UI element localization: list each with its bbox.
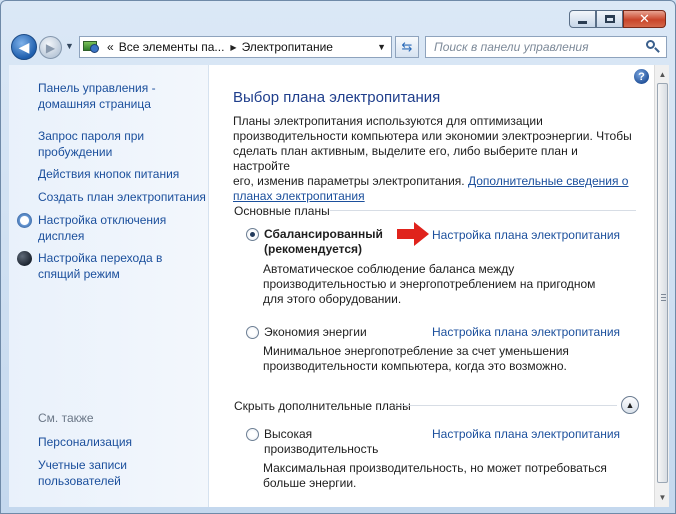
search-input[interactable]: Поиск в панели управления (426, 40, 644, 54)
more-info-link-continued[interactable]: планах электропитания (233, 189, 365, 203)
balanced-plan-radio[interactable] (246, 228, 259, 241)
intro-line: его, изменив параметры электропитания. Д… (233, 174, 633, 189)
forward-arrow-icon: ▶ (45, 40, 56, 55)
address-overflow[interactable]: « (107, 40, 114, 54)
basic-plans-heading: Основные планы (234, 204, 330, 218)
breadcrumb-all-items[interactable]: Все элементы па... (119, 40, 225, 54)
power-saver-plan-description: Минимальное энергопотребление за счет ум… (263, 344, 633, 374)
back-arrow-icon: ◀ (18, 38, 30, 55)
desc-line: производительностью и энергопотреблением… (263, 277, 596, 291)
search-icon[interactable] (644, 38, 662, 56)
intro-text: Планы электропитания используются для оп… (233, 114, 633, 204)
desc-line: Максимальная производительность, но може… (263, 461, 607, 475)
power-saver-plan-settings-link[interactable]: Настройка плана электропитания (432, 325, 620, 339)
create-power-plan-link[interactable]: Создать план электропитания (38, 189, 206, 205)
power-saver-plan-name[interactable]: Экономия энергии (264, 325, 367, 340)
link-line: Учетные записи (38, 458, 127, 472)
main-content-pane: ? Выбор плана электропитания Планы элект… (209, 65, 654, 507)
sleep-moon-icon (17, 251, 32, 266)
link-line: дисплея (38, 229, 85, 243)
back-button[interactable]: ◀ (11, 34, 37, 60)
maximize-icon (604, 15, 615, 23)
minimize-button[interactable] (569, 10, 596, 28)
plan-name-line: Высокая (264, 427, 313, 441)
desc-line: для этого оборудовании. (263, 292, 402, 306)
sleep-settings-link[interactable]: Настройка перехода в спящий режим (38, 250, 162, 282)
link-line: домашняя страница (38, 97, 151, 111)
intro-line: производительности компьютера или эконом… (233, 129, 632, 143)
intro-line: сделать план активным, выделите его, либ… (233, 144, 578, 173)
link-line: спящий режим (38, 267, 120, 281)
see-also-heading: См. также (38, 411, 94, 425)
search-box[interactable]: Поиск в панели управления (425, 36, 667, 58)
display-off-icon (17, 213, 32, 228)
red-arrow-icon (397, 222, 429, 246)
intro-line: Планы электропитания используются для оп… (233, 114, 543, 128)
turn-off-display-link[interactable]: Настройка отключения дисплея (38, 212, 166, 244)
vertical-scrollbar[interactable]: ▲ ▼ (654, 65, 669, 507)
chevron-up-icon: ▲ (625, 400, 635, 410)
high-performance-plan-radio[interactable] (246, 428, 259, 441)
plan-name-line: Сбалансированный (264, 227, 383, 241)
left-navigation-pane: Панель управления - домашняя страница За… (9, 65, 209, 507)
scroll-up-arrow-icon[interactable]: ▲ (655, 67, 670, 82)
balanced-plan-settings-link[interactable]: Настройка плана электропитания (432, 228, 620, 242)
address-history-dropdown[interactable]: ▼ (377, 42, 386, 52)
recent-pages-dropdown[interactable]: ▼ (65, 41, 74, 51)
section-divider (395, 405, 617, 406)
power-saver-plan-radio[interactable] (246, 326, 259, 339)
address-bar[interactable]: « Все элементы па... ▶ Электропитание ▼ (79, 36, 392, 58)
link-line: Персонализация (38, 435, 133, 449)
breadcrumb-power-options[interactable]: Электропитание (242, 40, 333, 54)
control-panel-home-link[interactable]: Панель управления - домашняя страница (38, 80, 156, 112)
control-panel-window: ✕ ◀ ▶ ▼ « Все элементы па... ▶ Электропи… (0, 0, 676, 514)
desc-line: производительности компьютера, когда это… (263, 359, 567, 373)
window-controls: ✕ (569, 10, 666, 28)
desc-line: больше энергии. (263, 476, 357, 490)
close-icon: ✕ (639, 11, 650, 27)
scrollbar-thumb[interactable] (657, 83, 668, 483)
balanced-plan-name[interactable]: Сбалансированный (рекомендуется) (264, 227, 383, 257)
plan-name-line: производительность (264, 442, 379, 456)
forward-button[interactable]: ▶ (39, 36, 62, 59)
refresh-icon: ⇆ (401, 39, 413, 54)
grip-icon (661, 294, 666, 303)
power-buttons-link[interactable]: Действия кнопок питания (38, 166, 179, 182)
link-line: Настройка отключения (38, 213, 167, 227)
close-button[interactable]: ✕ (623, 10, 666, 28)
hide-additional-plans-heading[interactable]: Скрыть дополнительные планы (234, 399, 411, 413)
link-line: пробуждении (38, 145, 113, 159)
plan-name-line: (рекомендуется) (264, 242, 363, 256)
page-title: Выбор плана электропитания (233, 89, 441, 106)
link-line: Настройка перехода в (38, 251, 163, 265)
link-line: пользователей (38, 474, 121, 488)
control-panel-icon (83, 40, 101, 54)
require-password-link[interactable]: Запрос пароля при пробуждении (38, 128, 144, 160)
link-line: Действия кнопок питания (38, 167, 180, 181)
section-divider (330, 210, 636, 211)
desc-line: Автоматическое соблюдение баланса между (263, 262, 515, 276)
user-accounts-link[interactable]: Учетные записи пользователей (38, 457, 127, 489)
breadcrumb-separator[interactable]: ▶ (230, 43, 236, 52)
high-performance-plan-name[interactable]: Высокая производительность (264, 427, 378, 457)
balanced-plan-description: Автоматическое соблюдение баланса между … (263, 262, 633, 307)
collapse-plans-button[interactable]: ▲ (621, 396, 639, 414)
refresh-button[interactable]: ⇆ (395, 36, 419, 58)
desc-line: Минимальное энергопотребление за счет ум… (263, 344, 569, 358)
intro-text-part: его, изменив параметры электропитания. (233, 174, 468, 188)
link-line: Создать план электропитания (38, 190, 206, 204)
more-info-link[interactable]: Дополнительные сведения о (468, 174, 629, 188)
help-icon: ? (638, 70, 645, 83)
scroll-down-arrow-icon[interactable]: ▼ (655, 490, 670, 505)
personalization-link[interactable]: Персонализация (38, 434, 132, 450)
link-line: Панель управления - (38, 81, 156, 95)
high-performance-plan-settings-link[interactable]: Настройка плана электропитания (432, 427, 620, 441)
minimize-icon (578, 20, 587, 24)
high-performance-plan-description: Максимальная производительность, но може… (263, 461, 633, 491)
maximize-button[interactable] (596, 10, 623, 28)
help-button[interactable]: ? (634, 69, 649, 84)
link-line: Запрос пароля при (38, 129, 145, 143)
